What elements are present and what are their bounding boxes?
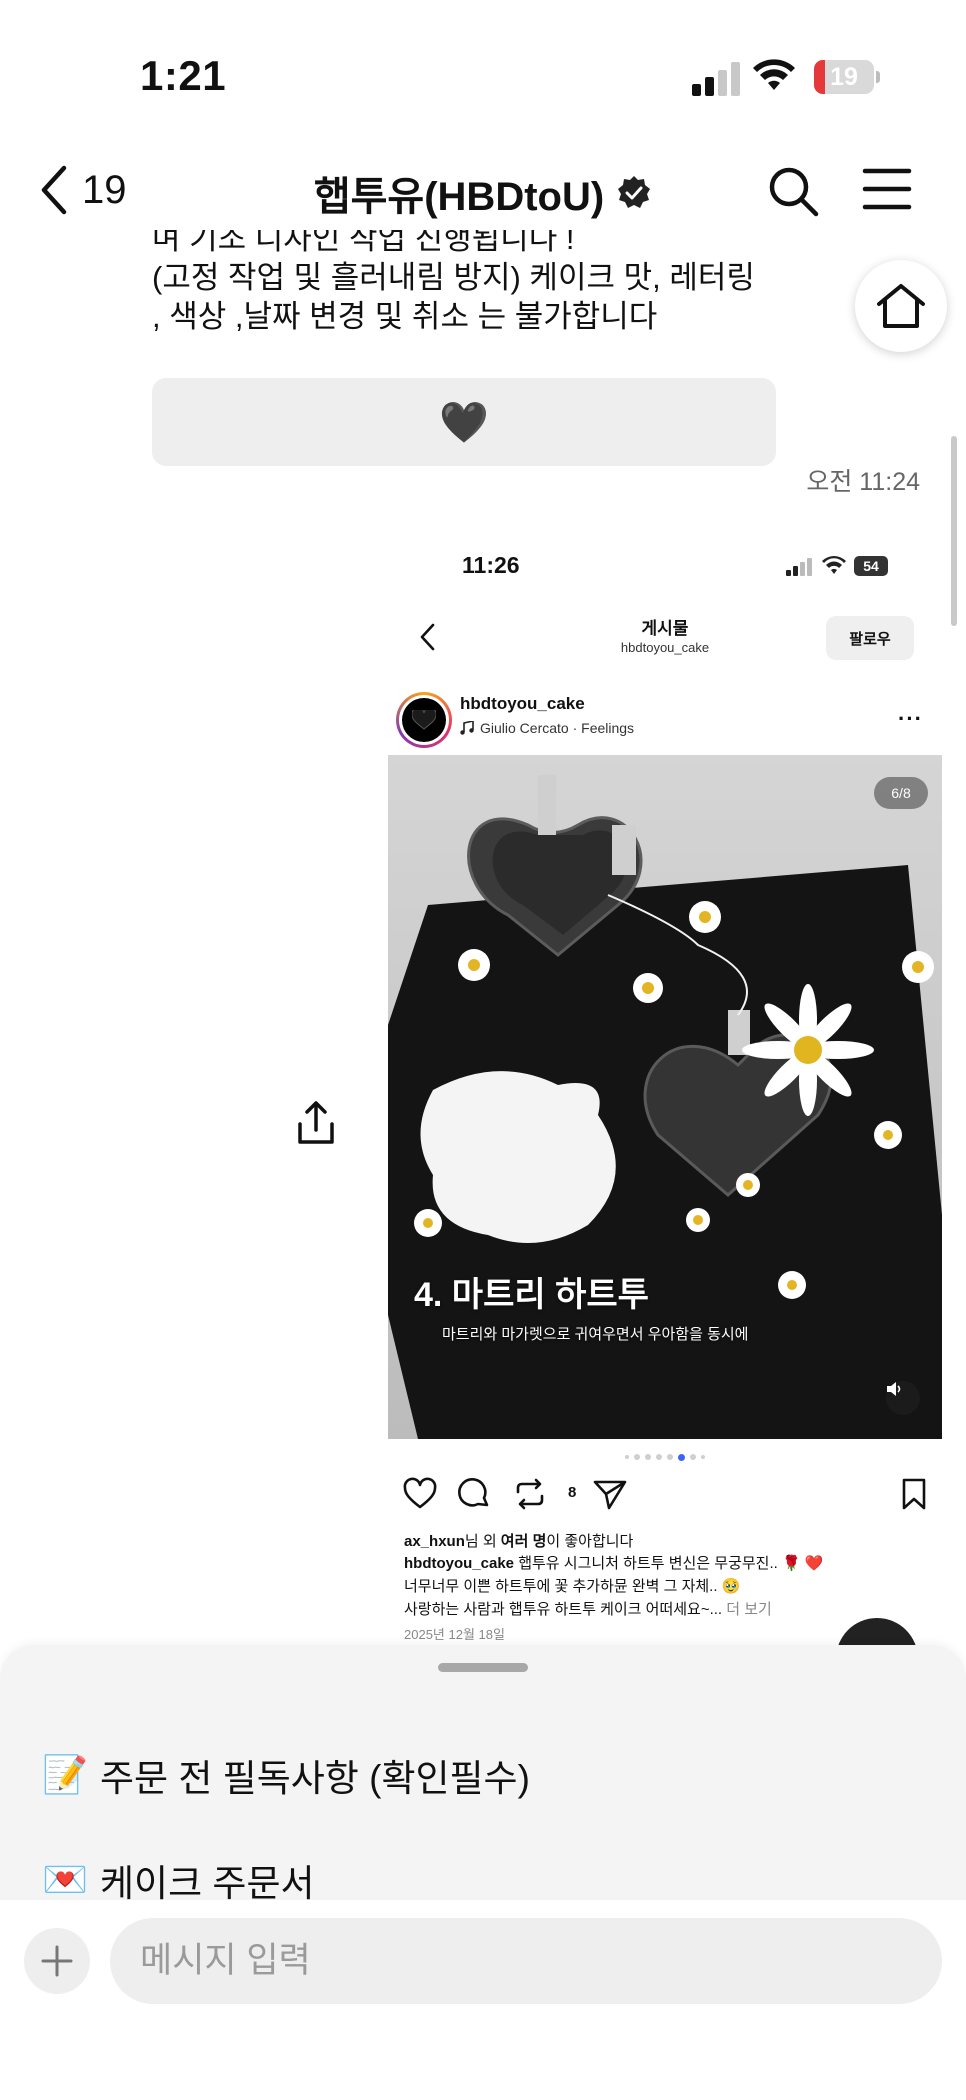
carousel-dot <box>634 1454 640 1460</box>
heart-logo-icon <box>412 710 436 730</box>
love-letter-emoji-icon: 💌 <box>41 1858 89 1900</box>
post-battery: 54 <box>854 556 888 576</box>
photo-overlay-title: 4. 마트리 하트투 <box>414 1276 649 1314</box>
post-music: Giulio Cercato · Feelings <box>460 720 634 736</box>
post-more-icon: ··· <box>898 706 923 731</box>
like-icon <box>403 1477 437 1509</box>
plus-icon <box>41 1945 73 1977</box>
search-icon[interactable] <box>766 164 820 218</box>
post-photo: 6/8 4. 마트리 하트투 마트리와 마가렛으로 귀여우면서 우아함을 동시에 <box>388 755 942 1439</box>
shared-post-image[interactable]: 11:26 54 게시물 hbdtoyou_cake 팔로우 hbdtoyou_… <box>388 530 942 1650</box>
message-composer <box>0 1900 966 2100</box>
post-username: hbdtoyou_cake <box>460 694 585 713</box>
menu-item-order-notice[interactable]: 📝 주문 전 필독사항 (확인필수) <box>42 1745 530 1805</box>
battery-level: 19 <box>830 63 858 91</box>
message-line: , 색상 ,날짜 변경 및 취소 는 불가합니다 <box>152 299 658 334</box>
post-wifi-icon <box>822 556 846 574</box>
bookmark-icon <box>902 1478 926 1510</box>
post-follow-button: 팔로우 <box>826 616 914 660</box>
carousel-dot <box>690 1454 696 1460</box>
message-timestamp: 오전 11:24 <box>806 468 920 496</box>
post-likes: ax_hxun님 외 여러 명이 좋아합니다 <box>404 1533 634 1550</box>
post-avatar <box>396 692 452 748</box>
carousel-counter: 6/8 <box>874 777 928 809</box>
repost-count: 8 <box>568 1484 577 1501</box>
carousel-dot <box>656 1454 662 1460</box>
carousel-dots <box>388 1453 942 1461</box>
home-icon <box>877 284 925 328</box>
menu-item-label: 케이크 주문서 <box>100 1863 315 1904</box>
memo-emoji-icon: 📝 <box>41 1753 89 1795</box>
carousel-dot-active <box>678 1453 685 1461</box>
verified-badge-icon <box>618 176 651 208</box>
menu-icon[interactable] <box>862 166 912 212</box>
home-button[interactable] <box>855 260 947 352</box>
channel-title: 햅투유(HBDtoU) <box>0 164 966 222</box>
wifi-icon <box>753 59 795 90</box>
repost-icon <box>516 1478 544 1510</box>
photo-overlay-subtitle: 마트리와 마가렛으로 귀여우면서 우아함을 동시에 <box>442 1326 749 1343</box>
post-date: 2025년 12월 18일 <box>404 1627 505 1642</box>
send-icon <box>593 1480 627 1510</box>
menu-item-label: 주문 전 필독사항 (확인필수) <box>100 1758 530 1799</box>
attach-button[interactable] <box>24 1928 90 1994</box>
post-signal-icon <box>786 558 812 576</box>
comment-icon <box>458 1478 489 1507</box>
carousel-dot <box>667 1454 673 1460</box>
post-caption: hbdtoyou_cake 햅투유 시그니처 하트투 변신은 무궁무진.. 🌹 … <box>404 1555 824 1618</box>
battery-indicator: 19 <box>814 60 880 94</box>
cellular-signal-icon <box>692 62 740 96</box>
quick-reply-emoji: 🖤 <box>439 400 489 445</box>
chat-header: 19 햅투유(HBDtoU) <box>0 150 966 230</box>
sheet-drag-handle[interactable] <box>438 1663 528 1672</box>
message-text: 며 기조 디자인 작업 진행됩니다 ! (고정 작업 및 흘러내림 방지) 케이… <box>152 230 792 336</box>
status-bar: 1:21 19 <box>0 0 966 150</box>
scrollbar[interactable] <box>951 436 957 626</box>
share-icon[interactable] <box>296 1100 336 1146</box>
carousel-dot <box>701 1455 705 1459</box>
sound-icon <box>886 1381 920 1415</box>
post-status-time: 11:26 <box>462 552 520 578</box>
message-line: (고정 작업 및 흘러내림 방지) 케이크 맛, 레터링 <box>152 260 755 295</box>
quick-reply-button[interactable]: 🖤 <box>152 378 776 466</box>
message-partial-line: 며 기조 디자인 작업 진행됩니다 ! <box>152 230 575 256</box>
music-note-icon <box>460 721 474 735</box>
post-actions: 8 <box>402 1476 932 1520</box>
carousel-dot <box>645 1454 651 1460</box>
carousel-dot <box>625 1455 629 1459</box>
message-input[interactable] <box>110 1918 942 2004</box>
quick-menu-sheet: 📝 주문 전 필독사항 (확인필수) 💌 케이크 주문서 <box>0 1645 966 1904</box>
status-time: 1:21 <box>140 52 227 99</box>
channel-name: 햅투유(HBDtoU) <box>313 175 605 219</box>
